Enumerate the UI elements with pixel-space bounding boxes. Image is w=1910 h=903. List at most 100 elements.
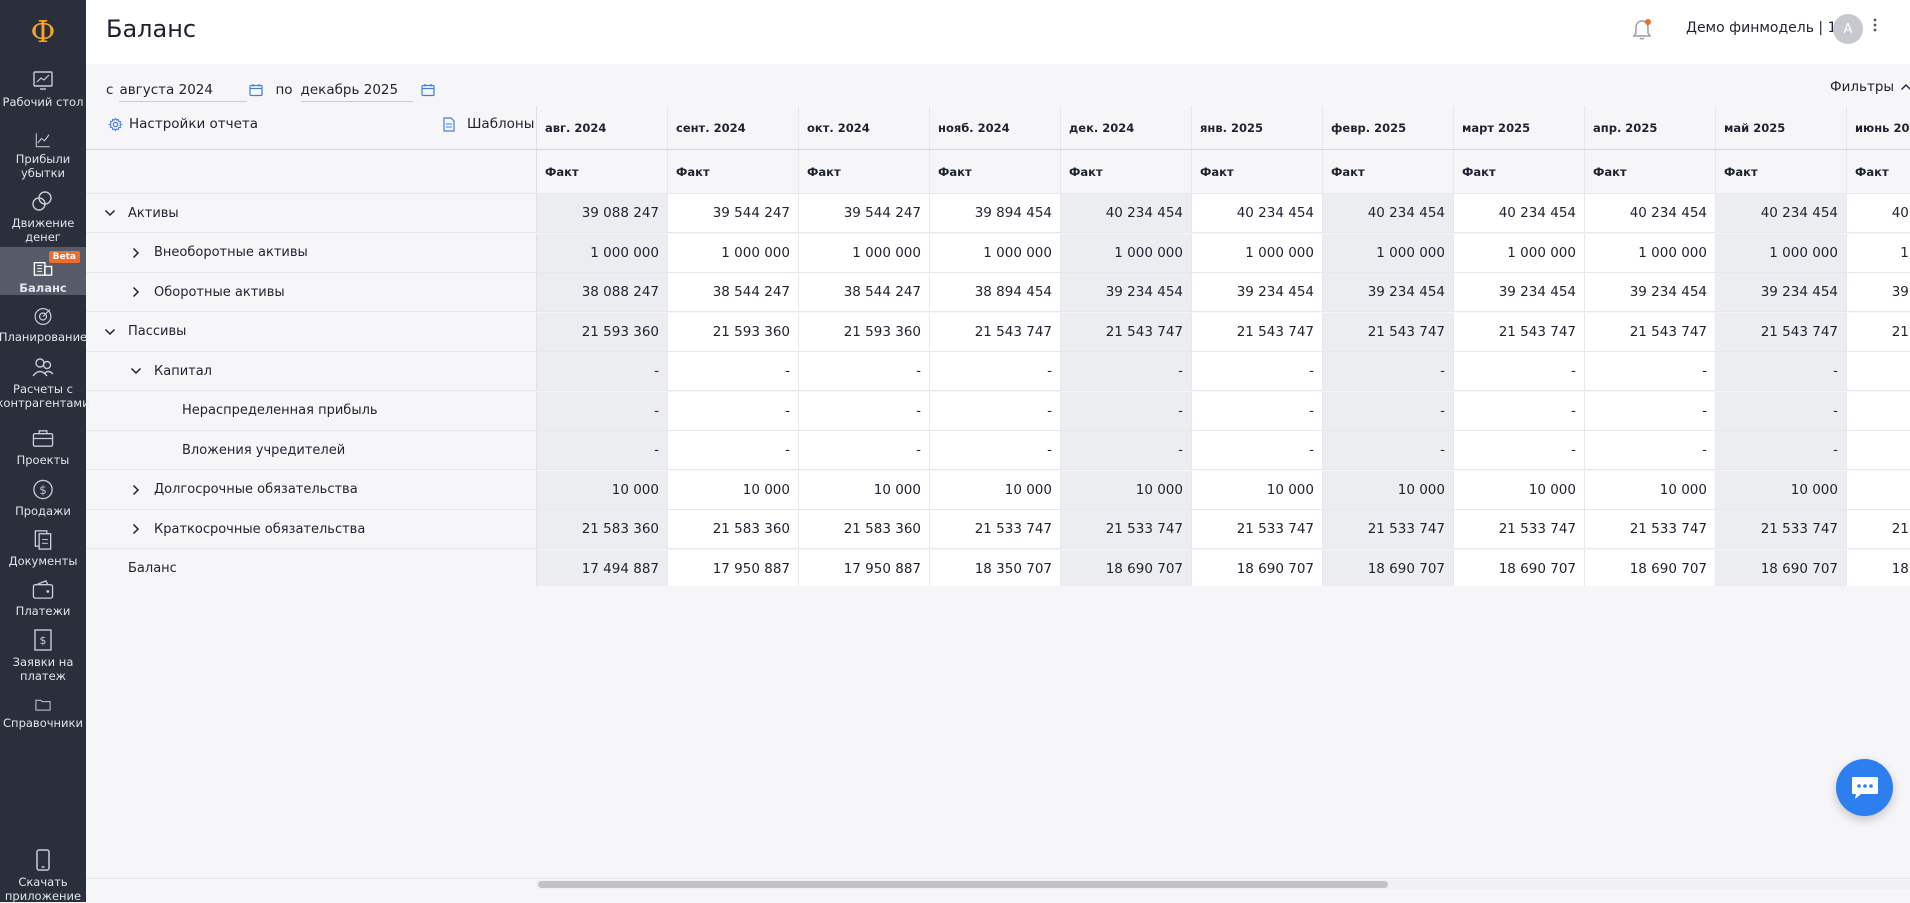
value-cell[interactable]: 39 544 247 <box>668 194 799 232</box>
templates-button[interactable]: Шаблоны <box>443 116 534 132</box>
value-cell[interactable]: 10 000 <box>1323 470 1454 509</box>
avatar[interactable]: А <box>1833 14 1863 44</box>
table-row[interactable]: Капитал----------- <box>86 352 1910 391</box>
value-cell[interactable]: - <box>1061 391 1192 430</box>
value-cell[interactable]: - <box>1454 352 1585 390</box>
chevron-down-icon[interactable] <box>130 367 142 375</box>
value-cell[interactable]: 10 000 <box>1847 470 1910 509</box>
value-cell[interactable]: 21 543 747 <box>930 312 1061 351</box>
value-cell[interactable]: 39 234 454 <box>1847 273 1910 311</box>
chevron-right-icon[interactable] <box>132 523 140 535</box>
value-cell[interactable]: 10 000 <box>799 470 930 509</box>
value-cell[interactable]: - <box>1454 431 1585 469</box>
value-cell[interactable]: - <box>1192 391 1323 430</box>
value-cell[interactable]: 21 543 747 <box>1192 312 1323 351</box>
month-header[interactable]: нояб. 2024 <box>930 106 1061 149</box>
value-cell[interactable]: 18 690 707 <box>1454 549 1585 586</box>
value-cell[interactable]: 21 533 747 <box>1716 510 1847 548</box>
value-cell[interactable]: 40 234 454 <box>1192 194 1323 232</box>
table-row[interactable]: Оборотные активы 38 088 247 38 544 247 38 5… <box>86 273 1910 312</box>
sidebar-item-7[interactable]: Проекты <box>0 421 86 467</box>
month-header[interactable]: дек. 2024 <box>1061 106 1192 149</box>
value-cell[interactable]: 21 593 360 <box>668 312 799 351</box>
value-cell[interactable]: 21 533 747 <box>1585 510 1716 548</box>
row-toggle[interactable] <box>126 247 146 259</box>
value-cell[interactable]: 40 234 454 <box>1454 194 1585 232</box>
value-cell[interactable]: 39 234 454 <box>1061 273 1192 311</box>
month-header[interactable]: март 2025 <box>1454 106 1585 149</box>
value-cell[interactable]: 39 544 247 <box>799 194 930 232</box>
value-cell[interactable]: - <box>1192 431 1323 469</box>
value-cell[interactable]: 40 234 454 <box>1061 194 1192 232</box>
value-cell[interactable]: - <box>1323 391 1454 430</box>
value-cell[interactable]: 1 000 000 <box>930 233 1061 272</box>
row-toggle[interactable] <box>126 367 146 375</box>
value-cell[interactable]: - <box>537 352 668 390</box>
value-cell[interactable]: 1 000 000 <box>668 233 799 272</box>
value-cell[interactable]: 21 543 747 <box>1585 312 1716 351</box>
value-cell[interactable]: 39 234 454 <box>1323 273 1454 311</box>
chevron-right-icon[interactable] <box>132 286 140 298</box>
value-cell[interactable]: - <box>1061 431 1192 469</box>
value-cell[interactable]: - <box>799 391 930 430</box>
sidebar-item-10[interactable]: Платежи <box>0 572 86 618</box>
value-cell[interactable]: 21 583 360 <box>799 510 930 548</box>
value-cell[interactable]: - <box>668 431 799 469</box>
value-cell[interactable]: 17 950 887 <box>799 549 930 586</box>
value-cell[interactable]: - <box>1585 431 1716 469</box>
value-cell[interactable]: - <box>799 352 930 390</box>
value-cell[interactable]: 40 234 454 <box>1847 194 1910 232</box>
horizontal-scrollbar-thumb[interactable] <box>538 881 1388 888</box>
sidebar-item-6[interactable]: Расчеты с контрагентами <box>0 349 90 415</box>
value-cell[interactable]: 21 533 747 <box>1061 510 1192 548</box>
value-cell[interactable]: 21 533 747 <box>1192 510 1323 548</box>
month-header[interactable]: сент. 2024 <box>668 106 799 149</box>
value-cell[interactable]: 10 000 <box>537 470 668 509</box>
month-header[interactable]: авг. 2024 <box>537 106 668 149</box>
value-cell[interactable]: 1 000 000 <box>1323 233 1454 272</box>
value-cell[interactable]: - <box>537 431 668 469</box>
chevron-down-icon[interactable] <box>104 328 116 336</box>
value-cell[interactable]: 17 950 887 <box>668 549 799 586</box>
value-cell[interactable]: 21 533 747 <box>1454 510 1585 548</box>
value-cell[interactable]: 10 000 <box>1454 470 1585 509</box>
table-row[interactable]: Пассивы 21 593 360 21 593 360 21 593 360 21 … <box>86 312 1910 352</box>
value-cell[interactable]: 21 543 747 <box>1847 312 1910 351</box>
download-app-item[interactable]: Скачать приложение <box>0 848 86 903</box>
value-cell[interactable]: 39 088 247 <box>537 194 668 232</box>
app-logo[interactable]: Ф <box>0 10 86 52</box>
value-cell[interactable]: - <box>1847 391 1910 430</box>
sidebar-item-3[interactable]: Движение денег <box>0 183 86 245</box>
chevron-down-icon[interactable] <box>104 209 116 217</box>
table-row[interactable]: Баланс 17 494 887 17 950 887 17 950 887 18 3… <box>86 549 1910 586</box>
month-header[interactable]: окт. 2024 <box>799 106 930 149</box>
sidebar-item-1[interactable]: Рабочий стол <box>0 62 86 114</box>
value-cell[interactable]: 38 544 247 <box>799 273 930 311</box>
value-cell[interactable]: 21 593 360 <box>799 312 930 351</box>
value-cell[interactable]: - <box>930 431 1061 469</box>
value-cell[interactable]: - <box>1847 352 1910 390</box>
chevron-right-icon[interactable] <box>132 247 140 259</box>
value-cell[interactable]: 1 000 000 <box>1847 233 1910 272</box>
value-cell[interactable]: - <box>930 352 1061 390</box>
value-cell[interactable]: 39 234 454 <box>1192 273 1323 311</box>
value-cell[interactable]: 38 544 247 <box>668 273 799 311</box>
value-cell[interactable]: 39 234 454 <box>1585 273 1716 311</box>
sidebar-item-9[interactable]: Документы <box>0 522 86 568</box>
value-cell[interactable]: 17 494 887 <box>537 549 668 586</box>
value-cell[interactable]: 1 000 000 <box>537 233 668 272</box>
value-cell[interactable]: - <box>1847 431 1910 469</box>
value-cell[interactable]: 21 533 747 <box>930 510 1061 548</box>
sidebar-item-2[interactable]: Прибыли убытки <box>0 125 86 180</box>
value-cell[interactable]: - <box>1585 391 1716 430</box>
value-cell[interactable]: 1 000 000 <box>1061 233 1192 272</box>
value-cell[interactable]: - <box>1716 352 1847 390</box>
row-toggle[interactable] <box>100 209 120 217</box>
value-cell[interactable]: - <box>1323 431 1454 469</box>
value-cell[interactable]: 40 234 454 <box>1323 194 1454 232</box>
row-toggle[interactable] <box>126 523 146 535</box>
filters-toggle[interactable]: Фильтры <box>1830 79 1910 95</box>
value-cell[interactable]: 1 000 000 <box>1585 233 1716 272</box>
value-cell[interactable]: - <box>1061 352 1192 390</box>
sidebar-item-11[interactable]: $ Заявки на платеж <box>0 622 86 686</box>
